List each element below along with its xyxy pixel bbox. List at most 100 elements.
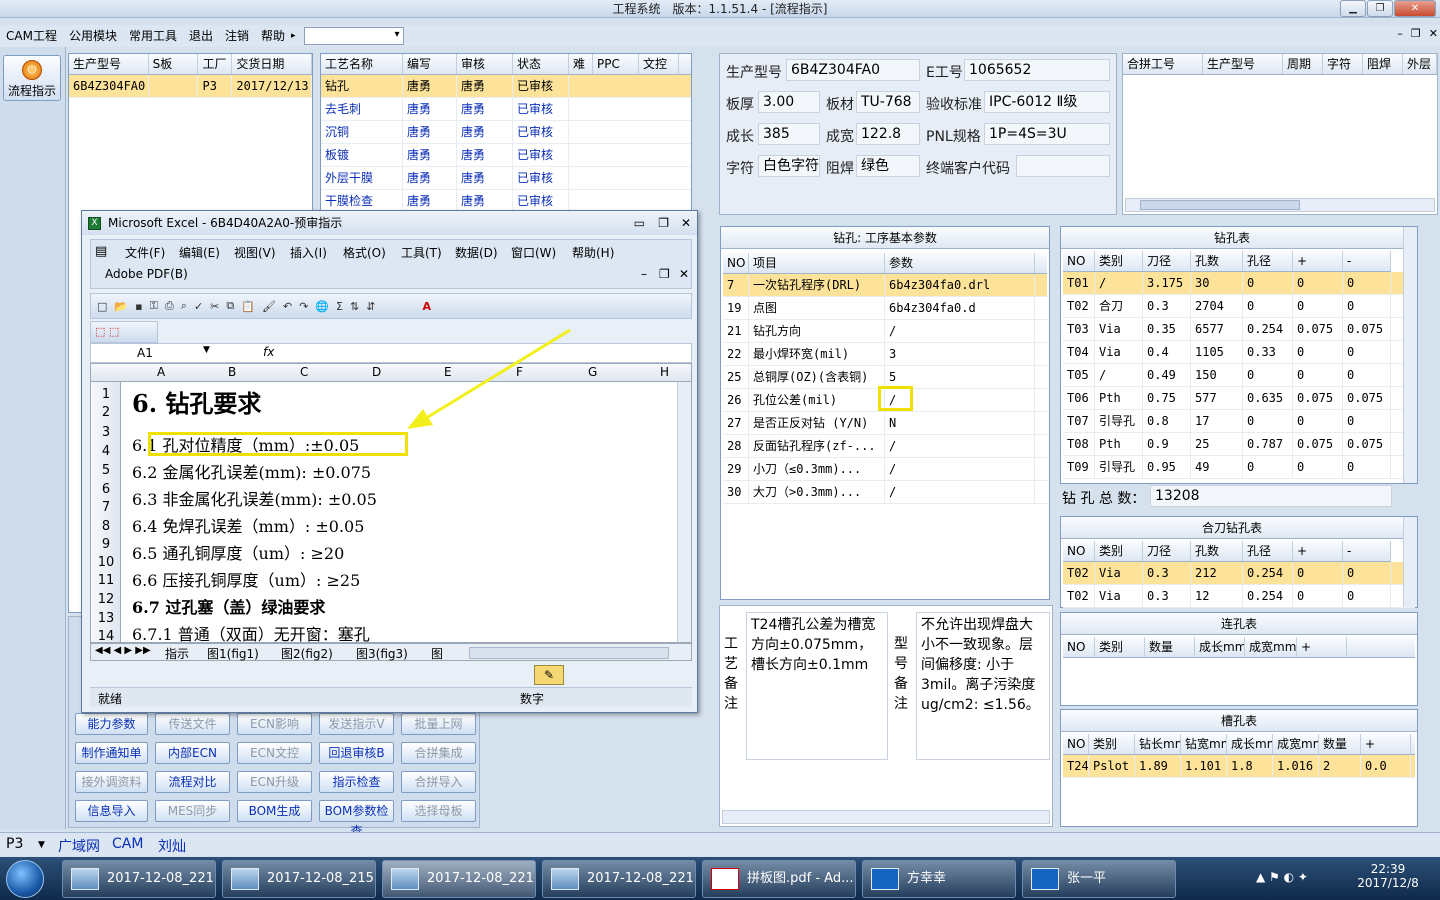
- notes-hscroll[interactable]: [722, 810, 1050, 824]
- col-status[interactable]: 状态: [513, 54, 569, 74]
- col-header[interactable]: G: [588, 365, 597, 379]
- drawing-icon[interactable]: ✎: [534, 665, 564, 685]
- send-file-button[interactable]: 传送文件: [155, 713, 230, 735]
- print-icon[interactable]: ⎙: [165, 299, 174, 313]
- col-delivery[interactable]: 交货日期: [232, 54, 313, 74]
- sheet-vscroll[interactable]: [677, 382, 691, 642]
- ecn-impact-button[interactable]: ECN影响: [237, 713, 312, 735]
- table-row[interactable]: 钻孔 唐勇 唐勇 已审核: [321, 75, 691, 98]
- col-process[interactable]: 工艺名称: [321, 54, 403, 74]
- taskbar-item[interactable]: 拼板图.pdf - Ad...: [702, 860, 856, 898]
- col-merge-no[interactable]: 合拼工号: [1123, 54, 1203, 74]
- table-row[interactable]: 28 反面钻孔程序(zf-... /: [723, 435, 1047, 458]
- combo-vscroll[interactable]: [1403, 517, 1417, 607]
- row-header[interactable]: 8: [91, 519, 121, 534]
- mdi-restore-icon[interactable]: ❐: [1411, 27, 1421, 40]
- col-merge-mask[interactable]: 阻焊: [1363, 54, 1403, 74]
- tab-fig2[interactable]: 图2(fig2): [281, 645, 333, 662]
- pdf-convert-icon[interactable]: ⬚: [95, 325, 105, 338]
- tab-fig3[interactable]: 图3(fig3): [356, 645, 408, 662]
- spreadsheet[interactable]: A B C D E F G H 1 2 3 4 5 6 7 8 9 10 11 …: [90, 363, 692, 643]
- table-row[interactable]: T08 Pth 0.9 25 0.787 0.075 0.075: [1063, 433, 1415, 456]
- drill-total-field[interactable]: 13208: [1150, 485, 1392, 507]
- char-field[interactable]: 白色字符: [758, 155, 820, 177]
- taskbar-item[interactable]: 张一平: [1022, 860, 1176, 898]
- table-row[interactable]: T02 Via 0.3 12 0.254 0 0: [1063, 585, 1415, 608]
- info-import-button[interactable]: 信息导入: [75, 800, 148, 822]
- cut-icon[interactable]: ✂: [210, 300, 219, 313]
- row-header[interactable]: 2: [91, 405, 121, 420]
- col-merge-model[interactable]: 生产型号: [1203, 54, 1283, 74]
- taskbar-item[interactable]: 2017-12-08_221...: [542, 860, 696, 898]
- table-row[interactable]: 去毛刺 唐勇 唐勇 已审核: [321, 98, 691, 121]
- material-field[interactable]: TU-768: [856, 91, 920, 113]
- taskbar-item[interactable]: 2017-12-08_221...: [382, 860, 536, 898]
- col-header[interactable]: D: [372, 365, 381, 379]
- row-header[interactable]: 4: [91, 444, 121, 459]
- row-header[interactable]: 5: [91, 463, 121, 478]
- spell-icon[interactable]: ✓: [194, 300, 203, 313]
- restore-icon[interactable]: ❐: [1367, 0, 1393, 17]
- col-sboard[interactable]: S板: [149, 54, 199, 74]
- mdi-minimize-icon[interactable]: –: [1397, 27, 1403, 40]
- mes-sync-button[interactable]: MES同步: [155, 800, 230, 822]
- len-field[interactable]: 385: [758, 123, 820, 145]
- col-header[interactable]: A: [157, 365, 165, 379]
- table-row[interactable]: 19 点图 6b4z304fa0.d: [723, 297, 1047, 320]
- excel-menu-view[interactable]: 视图(V): [234, 244, 276, 261]
- row-header[interactable]: 10: [91, 555, 121, 570]
- table-row[interactable]: T01/3.175 30 0 0 0: [1063, 272, 1415, 295]
- excel-menu-file[interactable]: 文件(F): [125, 244, 165, 261]
- col-difficulty[interactable]: 难: [569, 54, 593, 74]
- customer-field[interactable]: [1016, 155, 1110, 177]
- pdf-mail-icon[interactable]: ⬚: [109, 325, 119, 338]
- table-row[interactable]: 30 大刀（>0.3mm)... /: [723, 481, 1047, 504]
- paste-icon[interactable]: 📋: [241, 300, 255, 313]
- make-notice-button[interactable]: 制作通知单: [75, 742, 148, 764]
- ecn-upgrade-button[interactable]: ECN升级: [237, 771, 312, 793]
- send-indication-button[interactable]: 发送指示V: [319, 713, 394, 735]
- mdi-close-icon[interactable]: ✕: [1429, 27, 1438, 40]
- name-box-dropdown-icon[interactable]: ▼: [203, 345, 210, 355]
- thickness-field[interactable]: 3.00: [758, 91, 820, 113]
- menu-help[interactable]: 帮助: [255, 26, 291, 46]
- taskbar-item[interactable]: 2017-12-08_221...: [62, 860, 216, 898]
- factory-dropdown-icon[interactable]: ▼: [38, 840, 45, 850]
- menu-cam[interactable]: CAM工程: [0, 26, 63, 46]
- bom-generate-button[interactable]: BOM生成: [237, 800, 312, 822]
- eno-field[interactable]: 1065652: [964, 59, 1110, 81]
- minimize-icon[interactable]: ▁: [1340, 0, 1366, 17]
- row-header[interactable]: 7: [91, 500, 121, 515]
- row-header[interactable]: 9: [91, 537, 121, 552]
- col-header[interactable]: C: [300, 365, 308, 379]
- merge-hscroll[interactable]: [1125, 198, 1435, 212]
- doc-minimize-icon[interactable]: –: [641, 267, 647, 281]
- row-header[interactable]: 3: [91, 425, 121, 440]
- preview-icon[interactable]: ⌕: [181, 299, 187, 313]
- excel-menu-insert[interactable]: 插入(I): [290, 244, 327, 261]
- std-field[interactable]: IPC-6012 Ⅱ级: [984, 91, 1110, 113]
- table-row[interactable]: 22 最小焊环宽(mil) 3: [723, 343, 1047, 366]
- autosum-icon[interactable]: Σ: [336, 300, 343, 313]
- model-note-text[interactable]: 不允许出现焊盘大小不一致现象。层间偏移度: 小于3mil。离子污染度ug/cm2…: [916, 612, 1050, 760]
- col-merge-outer[interactable]: 外层: [1403, 54, 1437, 74]
- excel-menu-help[interactable]: 帮助(H): [572, 244, 614, 261]
- table-row[interactable]: 沉铜 唐勇 唐勇 已审核: [321, 121, 691, 144]
- open-icon[interactable]: 📂: [114, 300, 128, 313]
- col-merge-period[interactable]: 周期: [1283, 54, 1323, 74]
- row-header[interactable]: 13: [91, 611, 121, 626]
- row-header[interactable]: 11: [91, 573, 121, 588]
- merge-import-button[interactable]: 合拼导入: [401, 771, 476, 793]
- table-row[interactable]: 7 一次钻孔程序(DRL) 6b4z304fa0.drl: [723, 274, 1047, 297]
- flow-indicator-button[interactable]: ⏻ 流程指示: [3, 55, 61, 101]
- bom-param-check-button[interactable]: BOM参数检查: [319, 800, 394, 838]
- save-icon[interactable]: ▪: [135, 300, 142, 313]
- indication-check-button[interactable]: 指示检查: [319, 771, 394, 793]
- col-ppc[interactable]: PPC: [593, 54, 639, 74]
- table-row[interactable]: 21 钻孔方向 /: [723, 320, 1047, 343]
- table-row[interactable]: T04 Via 0.4 1105 0.33 0 0: [1063, 341, 1415, 364]
- tab-indication[interactable]: 指示: [165, 645, 189, 662]
- mask-field[interactable]: 绿色: [856, 155, 920, 177]
- name-box[interactable]: A1: [137, 346, 153, 360]
- excel-menu-edit[interactable]: 编辑(E): [179, 244, 220, 261]
